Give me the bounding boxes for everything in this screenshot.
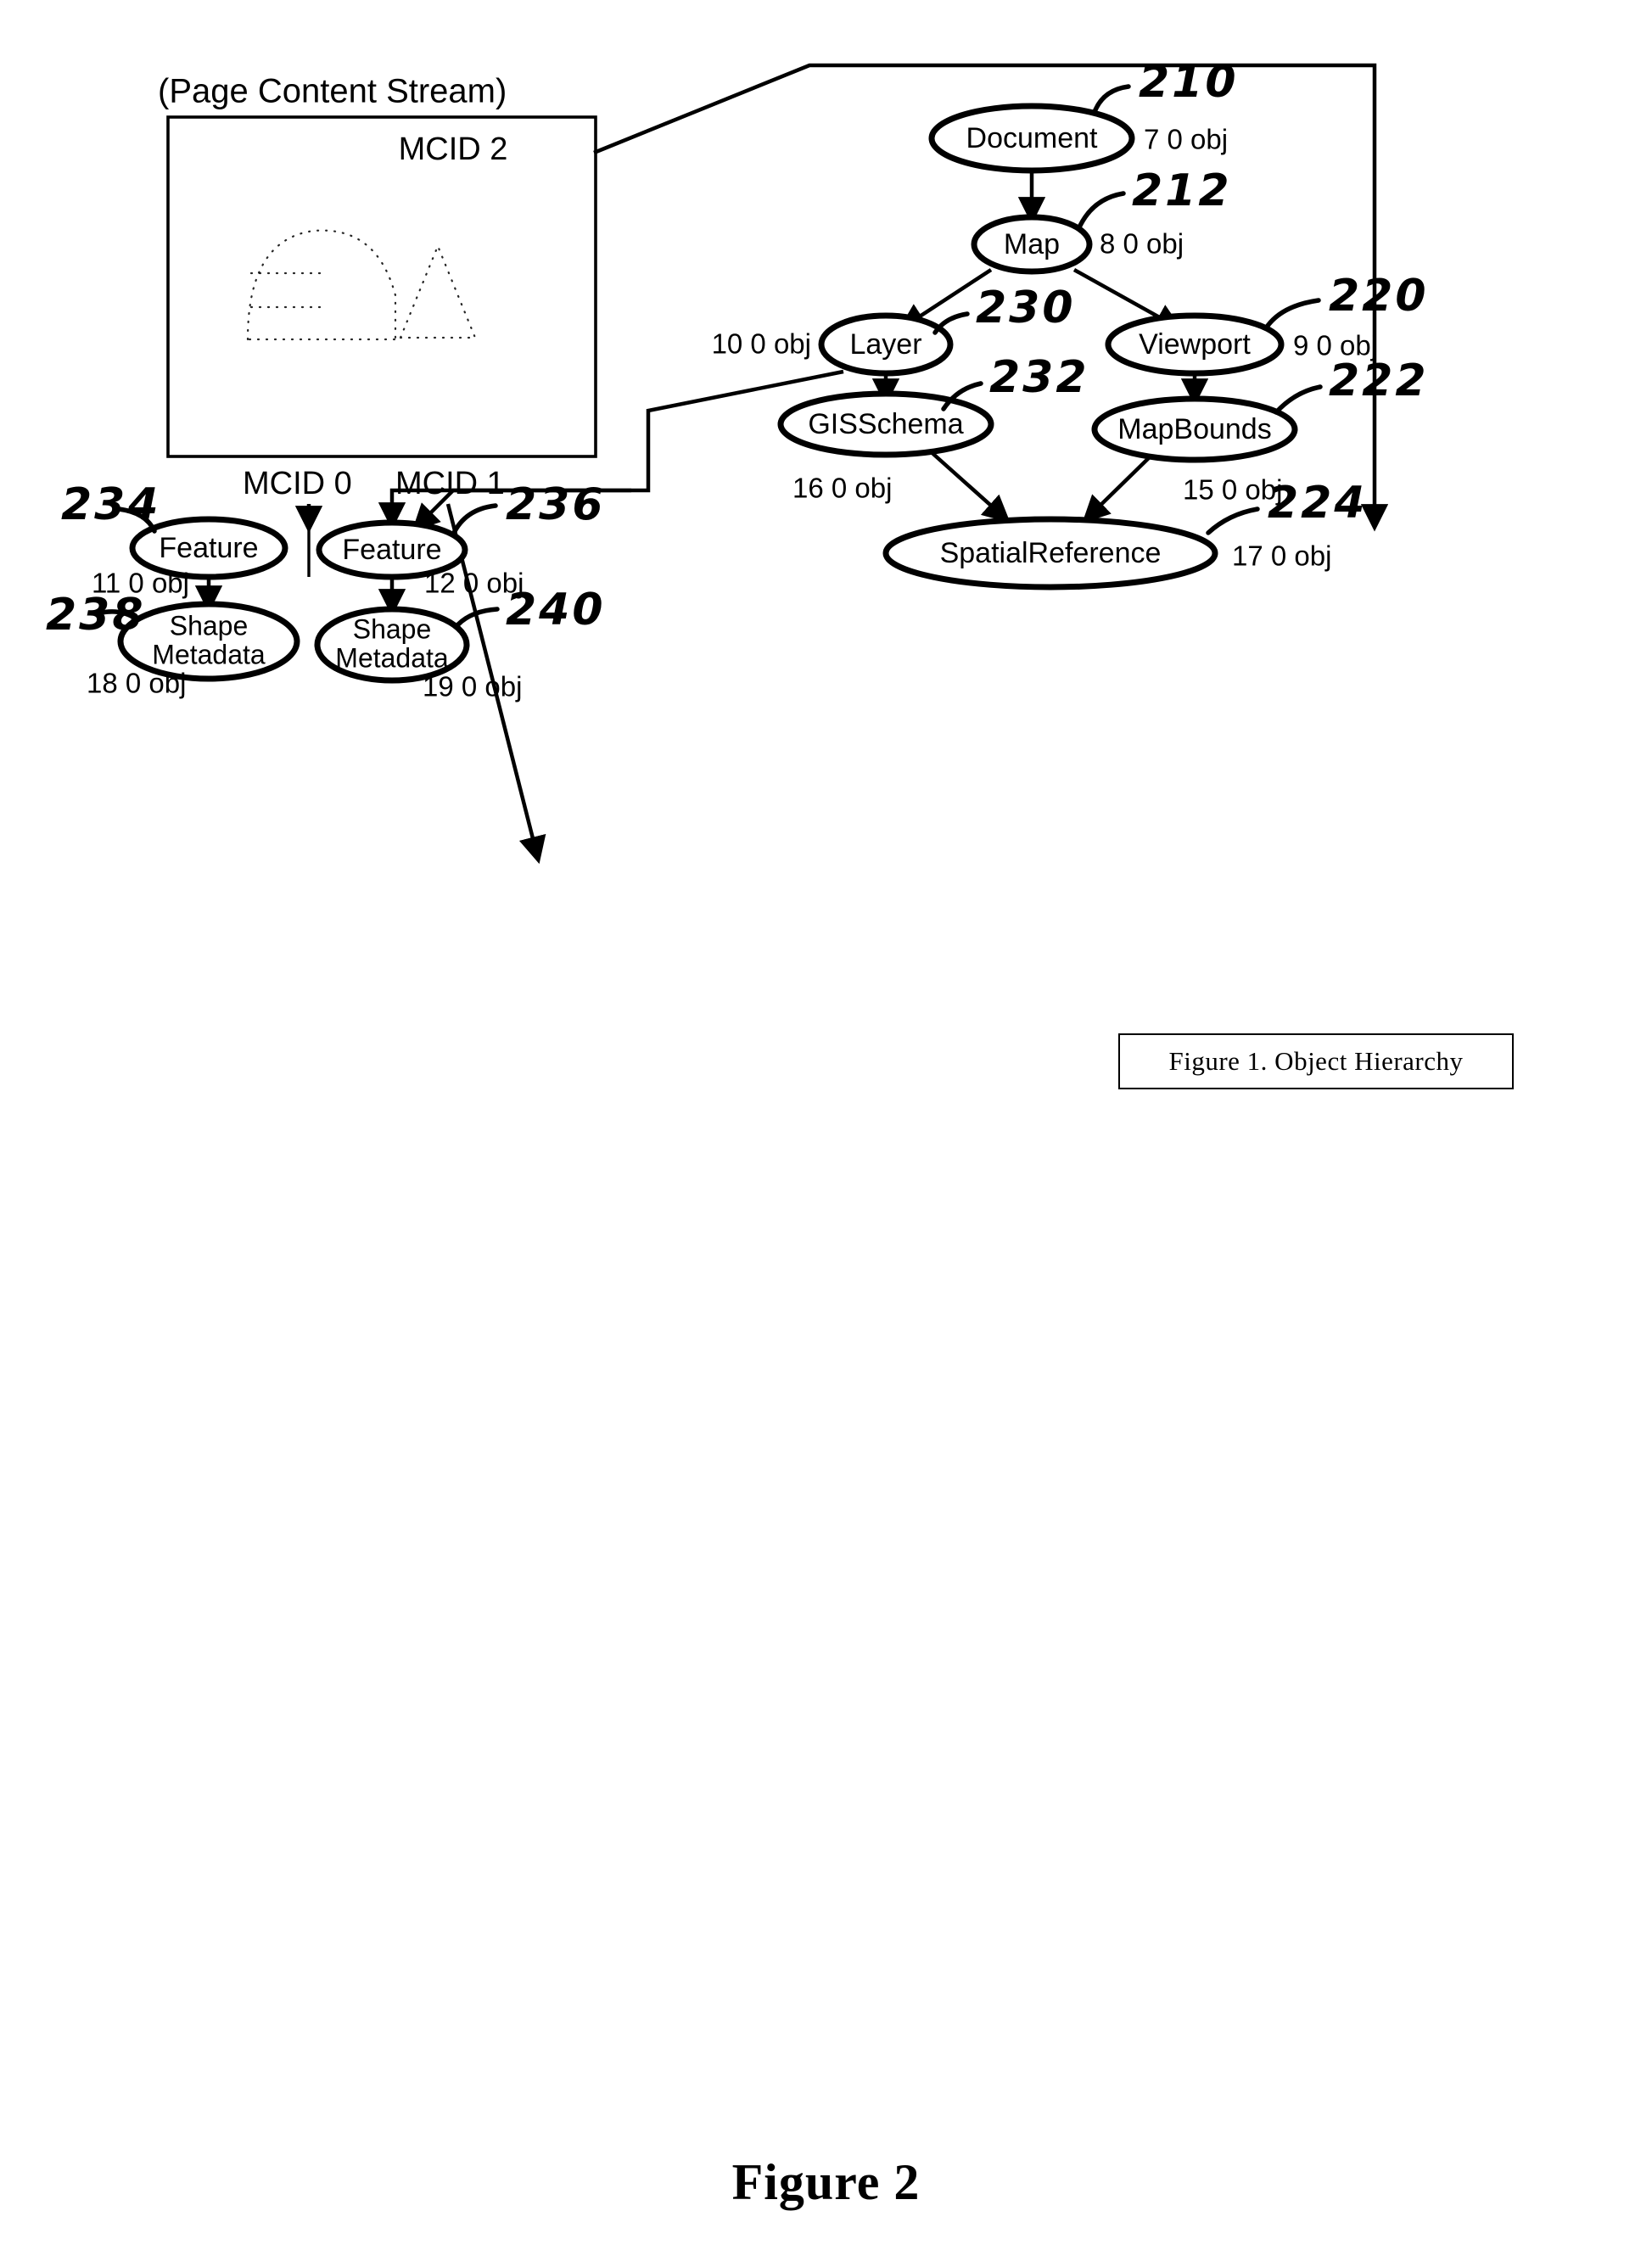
leader-222 bbox=[1274, 384, 1323, 415]
leader-236 bbox=[451, 503, 498, 537]
mcid-0-label: MCID 0 bbox=[243, 466, 352, 501]
page-figure-caption-text: Figure 2 bbox=[731, 2154, 921, 2210]
node-gisschema-obj: 16 0 obj bbox=[792, 473, 892, 504]
node-layer-obj: 10 0 obj bbox=[712, 328, 811, 360]
node-map-label: Map bbox=[1004, 228, 1060, 260]
node-mapbounds-label: MapBounds bbox=[1117, 413, 1271, 445]
ref-number-220: 220 bbox=[1329, 271, 1429, 322]
ref-number-240: 240 bbox=[506, 585, 606, 635]
inset-figure-caption-text: Figure 1. Object Hierarchy bbox=[1168, 1046, 1464, 1076]
ref-number-212: 212 bbox=[1132, 165, 1232, 216]
page-content-stream-box: (Page Content Stream) MCID 2 bbox=[158, 73, 597, 458]
node-document-obj: 7 0 obj bbox=[1144, 124, 1228, 155]
node-layer-label: Layer bbox=[849, 328, 921, 361]
node-shape-metadata-2-label-line2: Metadata bbox=[335, 642, 449, 673]
page-content-stream-title: (Page Content Stream) bbox=[158, 73, 507, 110]
ref-number-232: 232 bbox=[989, 352, 1089, 403]
node-shape-metadata-1-label-line1: Shape bbox=[170, 610, 249, 641]
edge-gisschema-to-spatialreference bbox=[925, 446, 1011, 523]
node-spatialreference[interactable]: SpatialReference 17 0 obj 224 bbox=[882, 478, 1368, 590]
leader-210 bbox=[1092, 84, 1131, 115]
mcid-labels: MCID 0 MCID 1 bbox=[243, 466, 505, 501]
patent-figure-page: (Page Content Stream) MCID 2 Document 7 … bbox=[0, 0, 1652, 2250]
node-viewport-label: Viewport bbox=[1139, 328, 1251, 361]
leader-224 bbox=[1206, 507, 1260, 535]
leader-230 bbox=[932, 311, 970, 335]
mcid-1-label: MCID 1 bbox=[395, 466, 505, 501]
node-mapbounds[interactable]: MapBounds 15 0 obj 222 bbox=[1091, 355, 1429, 506]
inset-figure-caption-box: Figure 1. Object Hierarchy bbox=[1118, 1033, 1514, 1089]
node-gisschema-label: GISSchema bbox=[808, 408, 963, 440]
ref-number-234: 234 bbox=[61, 479, 161, 530]
node-shape-metadata-1[interactable]: Shape Metadata 18 0 obj 238 bbox=[46, 590, 300, 699]
ref-number-222: 222 bbox=[1329, 355, 1429, 406]
node-shape-metadata-2-label-line1: Shape bbox=[353, 613, 432, 644]
ref-number-224: 224 bbox=[1268, 478, 1368, 529]
node-shape-metadata-2-obj: 19 0 obj bbox=[423, 671, 522, 702]
mcid-2-label: MCID 2 bbox=[399, 132, 508, 167]
content-stream-frame bbox=[166, 115, 597, 458]
node-map-obj: 8 0 obj bbox=[1100, 228, 1184, 260]
ref-number-236: 236 bbox=[506, 479, 606, 530]
leader-220 bbox=[1265, 298, 1321, 328]
node-spatialreference-obj: 17 0 obj bbox=[1232, 540, 1331, 572]
node-shape-metadata-1-label-line2: Metadata bbox=[152, 639, 266, 669]
leader-212 bbox=[1077, 191, 1126, 230]
page-figure-caption: Figure 2 bbox=[0, 2153, 1652, 2212]
node-map[interactable]: Map 8 0 obj 212 bbox=[971, 165, 1232, 275]
node-document-label: Document bbox=[966, 122, 1099, 154]
node-shape-metadata-2[interactable]: Shape Metadata 19 0 obj 240 bbox=[314, 585, 606, 702]
object-hierarchy-diagram: (Page Content Stream) MCID 2 Document 7 … bbox=[46, 57, 1429, 865]
node-spatialreference-label: SpatialReference bbox=[940, 537, 1162, 569]
ref-number-230: 230 bbox=[976, 283, 1076, 333]
faint-artwork bbox=[246, 229, 477, 341]
ref-number-210: 210 bbox=[1139, 57, 1239, 108]
ref-number-238: 238 bbox=[46, 590, 146, 641]
node-feature-2-label: Feature bbox=[342, 534, 441, 566]
node-feature-1-label: Feature bbox=[159, 532, 258, 564]
node-document[interactable]: Document 7 0 obj 210 bbox=[928, 57, 1239, 174]
node-shape-metadata-1-obj: 18 0 obj bbox=[87, 668, 186, 699]
